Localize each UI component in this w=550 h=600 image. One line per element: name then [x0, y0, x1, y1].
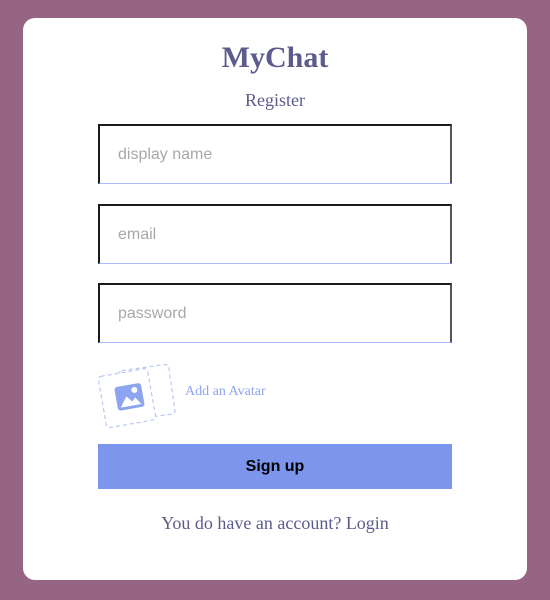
image-icon	[98, 363, 176, 428]
password-input[interactable]	[98, 283, 452, 343]
page-title: Register	[245, 90, 305, 110]
login-link[interactable]: Login	[346, 513, 389, 533]
login-prompt: You do have an account? Login	[0, 513, 550, 534]
app-logo: MyChat	[221, 41, 329, 74]
sign-up-button[interactable]: Sign up	[98, 444, 452, 489]
add-avatar-label: Add an Avatar	[185, 384, 266, 399]
add-avatar-button[interactable]: Add an Avatar	[98, 360, 298, 428]
login-prompt-text: You do have an account?	[161, 513, 342, 533]
display-name-input[interactable]	[98, 124, 452, 184]
email-input[interactable]	[98, 204, 452, 264]
